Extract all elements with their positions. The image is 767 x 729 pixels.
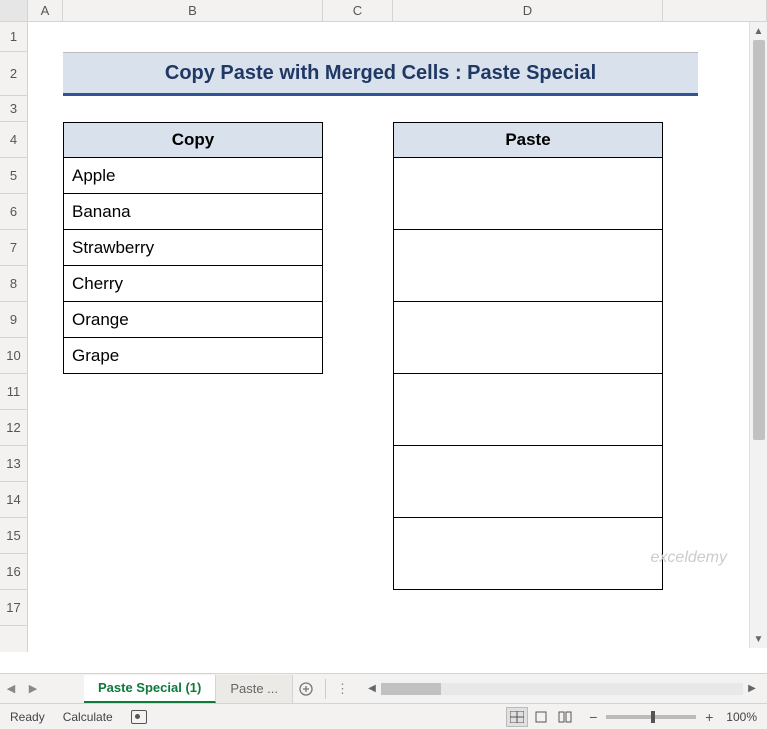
row-header-3[interactable]: 3 bbox=[0, 96, 27, 122]
plus-circle-icon bbox=[298, 681, 314, 697]
tab-nav-prev-icon[interactable]: ◀ bbox=[0, 674, 22, 704]
zoom-thumb[interactable] bbox=[651, 711, 655, 723]
row-header-6[interactable]: 6 bbox=[0, 194, 27, 230]
paste-cell-4[interactable] bbox=[393, 374, 663, 446]
paste-table: Paste bbox=[393, 122, 663, 590]
tab-overflow-icon[interactable]: ⋮ bbox=[332, 681, 353, 697]
paste-cell-3[interactable] bbox=[393, 302, 663, 374]
row-header-17[interactable]: 17 bbox=[0, 590, 27, 626]
zoom-in-button[interactable]: + bbox=[702, 709, 716, 725]
status-bar: Ready Calculate − + 100% bbox=[0, 703, 767, 729]
scroll-down-icon[interactable]: ▼ bbox=[750, 630, 767, 648]
row-header-4[interactable]: 4 bbox=[0, 122, 27, 158]
copy-cell-2[interactable]: Banana bbox=[63, 194, 323, 230]
cells-canvas[interactable]: Copy Paste with Merged Cells : Paste Spe… bbox=[28, 22, 767, 652]
column-header-row: A B C D bbox=[0, 0, 767, 22]
view-page-layout-button[interactable] bbox=[530, 707, 552, 727]
status-ready: Ready bbox=[10, 710, 45, 724]
paste-cell-5[interactable] bbox=[393, 446, 663, 518]
horizontal-scrollbar[interactable]: ◀ ▶ bbox=[363, 680, 761, 698]
col-header-A[interactable]: A bbox=[28, 0, 63, 21]
paste-cell-6[interactable] bbox=[393, 518, 663, 590]
sheet-tabs-bar: ◀ ▶ Paste Special (1) Paste ... ⋮ ◀ ▶ bbox=[0, 673, 767, 703]
col-header-tail bbox=[663, 0, 767, 21]
paste-table-header[interactable]: Paste bbox=[393, 122, 663, 158]
page-icon bbox=[534, 711, 548, 723]
copy-cell-3[interactable]: Strawberry bbox=[63, 230, 323, 266]
zoom-out-button[interactable]: − bbox=[586, 709, 600, 725]
col-header-B[interactable]: B bbox=[63, 0, 323, 21]
row-header-7[interactable]: 7 bbox=[0, 230, 27, 266]
row-header-14[interactable]: 14 bbox=[0, 482, 27, 518]
title-merged-cell[interactable]: Copy Paste with Merged Cells : Paste Spe… bbox=[63, 52, 698, 96]
row-header-16[interactable]: 16 bbox=[0, 554, 27, 590]
tab-paste-special-1[interactable]: Paste Special (1) bbox=[84, 675, 216, 703]
row-header-15[interactable]: 15 bbox=[0, 518, 27, 554]
row-header-5[interactable]: 5 bbox=[0, 158, 27, 194]
row-header-1[interactable]: 1 bbox=[0, 22, 27, 52]
zoom-level[interactable]: 100% bbox=[726, 710, 757, 724]
scroll-up-icon[interactable]: ▲ bbox=[750, 22, 767, 40]
copy-cell-6[interactable]: Grape bbox=[63, 338, 323, 374]
vertical-scroll-thumb[interactable] bbox=[753, 40, 765, 440]
row-header-12[interactable]: 12 bbox=[0, 410, 27, 446]
copy-table: Copy Apple Banana Strawberry Cherry Oran… bbox=[63, 122, 323, 374]
row-header-8[interactable]: 8 bbox=[0, 266, 27, 302]
page-break-icon bbox=[558, 711, 572, 723]
copy-cell-1[interactable]: Apple bbox=[63, 158, 323, 194]
grid-icon bbox=[510, 711, 524, 723]
copy-cell-5[interactable]: Orange bbox=[63, 302, 323, 338]
copy-cell-4[interactable]: Cherry bbox=[63, 266, 323, 302]
horizontal-scroll-thumb[interactable] bbox=[381, 683, 441, 695]
row-header-9[interactable]: 9 bbox=[0, 302, 27, 338]
new-sheet-button[interactable] bbox=[293, 681, 319, 697]
zoom-track[interactable] bbox=[606, 715, 696, 719]
macro-record-icon[interactable] bbox=[131, 710, 147, 724]
row-header-10[interactable]: 10 bbox=[0, 338, 27, 374]
col-header-C[interactable]: C bbox=[323, 0, 393, 21]
row-header-2[interactable]: 2 bbox=[0, 52, 27, 96]
view-normal-button[interactable] bbox=[506, 707, 528, 727]
copy-table-header[interactable]: Copy bbox=[63, 122, 323, 158]
status-calculate[interactable]: Calculate bbox=[63, 710, 113, 724]
paste-cell-1[interactable] bbox=[393, 158, 663, 230]
scroll-left-icon[interactable]: ◀ bbox=[363, 683, 381, 694]
horizontal-scroll-track[interactable] bbox=[381, 683, 743, 695]
zoom-slider[interactable]: − + bbox=[586, 709, 716, 725]
row-header-13[interactable]: 13 bbox=[0, 446, 27, 482]
tab-separator bbox=[325, 679, 326, 699]
paste-cell-2[interactable] bbox=[393, 230, 663, 302]
vertical-scrollbar[interactable]: ▲ ▼ bbox=[749, 22, 767, 648]
row-header-11[interactable]: 11 bbox=[0, 374, 27, 410]
grid-area: 1 2 3 4 5 6 7 8 9 10 11 12 13 14 15 16 1… bbox=[0, 22, 767, 652]
row-header-col: 1 2 3 4 5 6 7 8 9 10 11 12 13 14 15 16 1… bbox=[0, 22, 28, 652]
tab-nav-next-icon[interactable]: ▶ bbox=[22, 674, 44, 704]
scroll-right-icon[interactable]: ▶ bbox=[743, 683, 761, 694]
view-page-break-button[interactable] bbox=[554, 707, 576, 727]
select-all-cell[interactable] bbox=[0, 0, 28, 21]
view-buttons bbox=[506, 707, 576, 727]
tab-paste-other[interactable]: Paste ... bbox=[216, 675, 293, 703]
col-header-D[interactable]: D bbox=[393, 0, 663, 21]
